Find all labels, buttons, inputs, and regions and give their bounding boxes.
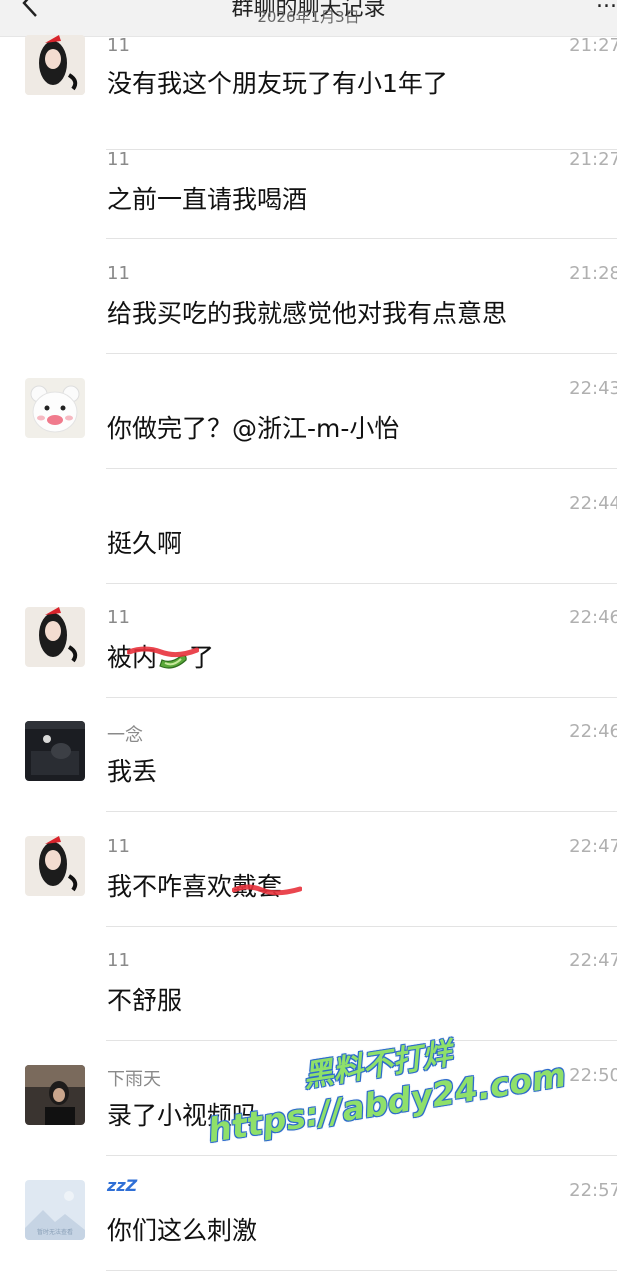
message-time: 22:47: [569, 950, 617, 971]
message-text: 之前一直请我喝酒: [107, 185, 308, 214]
red-redaction-scribble: [232, 884, 302, 896]
bear-avatar[interactable]: [25, 378, 85, 438]
divider: [106, 1270, 617, 1271]
message-row[interactable]: 11 22:47 不舒服: [0, 926, 617, 1041]
message-text: 你们这么刺激: [107, 1216, 258, 1245]
sender-name: 11: [107, 607, 130, 628]
dark-avatar[interactable]: [25, 721, 85, 781]
girl-avatar[interactable]: [25, 35, 85, 95]
sender-name: 11: [107, 263, 130, 284]
more-options-icon[interactable]: ...: [596, 0, 617, 13]
message-row[interactable]: 暂时无法查看 zzZ 22:57 你们这么刺激: [0, 1156, 617, 1271]
message-row[interactable]: 11 22:46 被内 了: [0, 583, 617, 698]
message-time: 21:27: [569, 149, 617, 170]
sender-name: 11: [107, 35, 130, 56]
avatar-label: 暂时无法查看: [36, 1229, 73, 1236]
message-text: 没有我这个朋友玩了有小1年了: [107, 69, 448, 98]
message-time: 21:28: [569, 263, 617, 284]
message-time: 22:50: [569, 1065, 617, 1086]
message-time: 21:27: [569, 35, 617, 56]
sender-name: 下雨天: [107, 1069, 161, 1090]
sender-name: 11: [107, 836, 130, 857]
message-text: 你做完了？@浙江-m-小怡: [107, 414, 400, 443]
sender-name: zzZ: [107, 1176, 138, 1195]
message-row[interactable]: 22:44 挺久啊: [0, 469, 617, 584]
girl-avatar[interactable]: [25, 607, 85, 667]
message-row[interactable]: 11 21:27 之前一直请我喝酒: [0, 124, 617, 239]
message-time: 22:57: [569, 1180, 617, 1201]
chat-record-date: 2026年1月3日: [257, 8, 360, 26]
message-row[interactable]: 22:43 你做完了？@浙江-m-小怡: [0, 354, 617, 469]
message-text: 挺久啊: [107, 529, 183, 558]
chat-record-header: 群聊的聊天记录 2026年1月3日 ...: [0, 0, 617, 37]
sender-name: 11: [107, 149, 130, 170]
message-text: 给我买吃的我就感觉他对我有点意思: [107, 299, 508, 328]
placeholder-avatar[interactable]: 暂时无法查看: [25, 1180, 85, 1240]
message-text: 不舒服: [107, 986, 183, 1015]
message-time: 22:46: [569, 721, 617, 742]
message-time: 22:44: [569, 493, 617, 514]
sender-name: 11: [107, 950, 130, 971]
message-text-part: 我不咋喜欢: [107, 872, 233, 901]
car-avatar[interactable]: [25, 1065, 85, 1125]
message-time: 22:46: [569, 607, 617, 628]
message-text: 我丢: [107, 757, 158, 786]
girl-avatar[interactable]: [25, 836, 85, 896]
message-row[interactable]: 一念 22:46 我丢: [0, 697, 617, 812]
red-redaction-scribble: [127, 646, 199, 658]
sender-name: 一念: [107, 725, 143, 746]
message-time: 22:43: [569, 378, 617, 399]
message-time: 22:47: [569, 836, 617, 857]
message-row[interactable]: 11 21:28 给我买吃的我就感觉他对我有点意思: [0, 239, 617, 354]
message-row[interactable]: 11 22:47 我不咋喜欢戴套: [0, 812, 617, 927]
